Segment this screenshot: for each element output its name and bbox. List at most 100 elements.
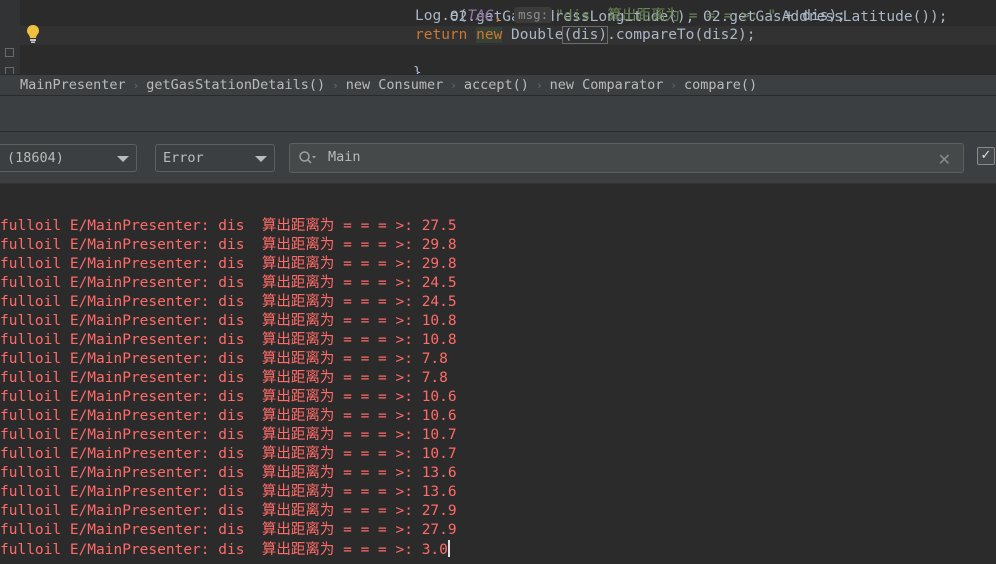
fold-marker-icon[interactable] bbox=[5, 67, 14, 74]
breadcrumb-item[interactable]: compare() bbox=[684, 77, 757, 93]
log-line: fulloil E/MainPresenter: dis 算出距离为 = = =… bbox=[0, 293, 996, 312]
log-value: 10.8 bbox=[421, 332, 457, 348]
log-message: fulloil E/MainPresenter: dis 算出距离为 = = =… bbox=[0, 256, 422, 272]
code-argument: (dis) bbox=[562, 26, 609, 44]
logcat-filter-bar: (18604) Error Main ✕ bbox=[0, 132, 996, 184]
code-method: e bbox=[449, 8, 459, 24]
breadcrumb-item[interactable]: getGasStationDetails() bbox=[146, 77, 325, 93]
log-line: fulloil E/MainPresenter: dis 算出距离为 = = =… bbox=[0, 445, 996, 464]
log-message: fulloil E/MainPresenter: dis 算出距离为 = = =… bbox=[0, 484, 422, 500]
log-line: fulloil E/MainPresenter: dis 算出距离为 = = =… bbox=[0, 483, 996, 502]
log-line: fulloil E/MainPresenter: dis 算出距离为 = = =… bbox=[0, 236, 996, 255]
log-value: 10.6 bbox=[421, 408, 457, 424]
breadcrumb-item[interactable]: new Comparator bbox=[550, 77, 664, 93]
log-message: fulloil E/MainPresenter: dis 算出距离为 = = =… bbox=[0, 218, 422, 234]
log-message: fulloil E/MainPresenter: dis 算出距离为 = = =… bbox=[0, 446, 422, 462]
code-line: }); bbox=[341, 64, 402, 74]
chevron-right-icon: › bbox=[670, 78, 677, 92]
code-comma: , bbox=[493, 8, 512, 24]
log-message: fulloil E/MainPresenter: dis 算出距离为 = = =… bbox=[0, 275, 422, 291]
lightbulb-icon[interactable] bbox=[26, 24, 40, 44]
logcat-output[interactable]: fulloil E/MainPresenter: dis 算出距离为 = = =… bbox=[0, 217, 996, 564]
log-value: 3.0 bbox=[421, 542, 448, 558]
log-line: fulloil E/MainPresenter: dis 算出距离为 = = =… bbox=[0, 464, 996, 483]
log-message: fulloil E/MainPresenter: dis 算出距离为 = = =… bbox=[0, 427, 422, 443]
log-line: fulloil E/MainPresenter: dis 算出距离为 = = =… bbox=[0, 521, 996, 540]
clear-icon[interactable]: ✕ bbox=[938, 150, 951, 169]
log-message: fulloil E/MainPresenter: dis 算出距离为 = = =… bbox=[0, 351, 422, 367]
log-value: 10.6 bbox=[421, 389, 457, 405]
log-line: fulloil E/MainPresenter: dis 算出距离为 = = =… bbox=[0, 502, 996, 521]
search-icon[interactable] bbox=[298, 150, 316, 166]
breadcrumb-item[interactable]: MainPresenter bbox=[20, 77, 126, 93]
log-line: fulloil E/MainPresenter: dis 算出距离为 = = =… bbox=[0, 312, 996, 331]
code-line: return new Double(dis).compareTo(dis2); bbox=[415, 26, 756, 45]
log-value: 27.5 bbox=[421, 218, 457, 234]
log-value: 10.7 bbox=[421, 427, 457, 443]
process-select-value: (18604) bbox=[7, 150, 64, 166]
breadcrumb-item[interactable]: accept() bbox=[464, 77, 529, 93]
chevron-right-icon: › bbox=[132, 78, 140, 92]
chevron-right-icon: › bbox=[332, 78, 339, 92]
log-line: fulloil E/MainPresenter: dis 算出距离为 = = =… bbox=[0, 350, 996, 369]
editor-gutter bbox=[0, 0, 20, 74]
log-value: 7.8 bbox=[421, 351, 448, 367]
log-level-select[interactable]: Error bbox=[155, 144, 275, 172]
log-value: 24.5 bbox=[421, 294, 457, 310]
log-level-value: Error bbox=[163, 150, 204, 166]
log-message: fulloil E/MainPresenter: dis 算出距离为 = = =… bbox=[0, 332, 422, 348]
code-rest: + dis); bbox=[776, 8, 846, 24]
log-line: fulloil E/MainPresenter: dis 算出距离为 = = =… bbox=[0, 407, 996, 426]
code-string: "dis 算出距离为 = = = >: " bbox=[555, 8, 777, 24]
fold-marker-icon[interactable] bbox=[5, 48, 14, 57]
log-line: fulloil E/MainPresenter: dis 算出距离为 = = =… bbox=[0, 426, 996, 445]
log-value: 13.6 bbox=[421, 465, 457, 481]
tool-window-gap bbox=[0, 96, 996, 132]
log-message: fulloil E/MainPresenter: dis 算出距离为 = = =… bbox=[0, 313, 422, 329]
search-input[interactable]: Main ✕ bbox=[289, 143, 964, 173]
log-line: fulloil E/MainPresenter: dis 算出距离为 = = =… bbox=[0, 255, 996, 274]
breadcrumb: MainPresenter › getGasStationDetails() ›… bbox=[0, 74, 996, 96]
dropdown-arrow-icon bbox=[255, 156, 267, 162]
log-line: fulloil E/MainPresenter: dis 算出距离为 = = =… bbox=[0, 388, 996, 407]
log-message: fulloil E/MainPresenter: dis 算出距离为 = = =… bbox=[0, 294, 422, 310]
log-line: fulloil E/MainPresenter: dis 算出距离为 = = =… bbox=[0, 274, 996, 293]
chevron-right-icon: › bbox=[450, 78, 457, 92]
parameter-hint: msg: bbox=[514, 7, 553, 23]
code-text: } bbox=[412, 65, 422, 74]
text-cursor bbox=[447, 540, 450, 557]
log-message: fulloil E/MainPresenter: dis 算出距离为 = = =… bbox=[0, 389, 422, 405]
code-constant: TAG bbox=[467, 8, 494, 24]
log-value: 24.5 bbox=[421, 275, 457, 291]
code-editor[interactable]: O2.getGasAddressLongitude(), O2.getGasAd… bbox=[0, 0, 996, 74]
code-method: compareTo bbox=[615, 27, 695, 43]
code-constructor: Double bbox=[502, 27, 564, 43]
log-message: fulloil E/MainPresenter: dis 算出距离为 = = =… bbox=[0, 370, 422, 386]
log-line: fulloil E/MainPresenter: dis 算出距离为 = = =… bbox=[0, 540, 996, 559]
breadcrumb-item[interactable]: new Consumer bbox=[346, 77, 444, 93]
code-dot: . bbox=[607, 27, 616, 43]
code-line: Log.e(TAG, msg: "dis 算出距离为 = = = >: " + d… bbox=[415, 7, 846, 26]
log-message: fulloil E/MainPresenter: dis 算出距离为 = = =… bbox=[0, 408, 422, 424]
log-message: fulloil E/MainPresenter: dis 算出距离为 = = =… bbox=[0, 465, 422, 481]
log-value: 27.9 bbox=[421, 522, 457, 538]
code-keyword: return bbox=[415, 27, 468, 43]
log-value: 27.9 bbox=[421, 503, 457, 519]
log-area-top bbox=[0, 184, 996, 217]
log-message: fulloil E/MainPresenter: dis 算出距离为 = = =… bbox=[0, 542, 422, 558]
log-line: fulloil E/MainPresenter: dis 算出距离为 = = =… bbox=[0, 217, 996, 236]
log-line: fulloil E/MainPresenter: dis 算出距离为 = = =… bbox=[0, 331, 996, 350]
log-value: 10.7 bbox=[421, 446, 457, 462]
log-value: 29.8 bbox=[421, 237, 457, 253]
search-query: Main bbox=[328, 149, 361, 165]
process-select[interactable]: (18604) bbox=[0, 144, 137, 172]
log-value: 7.8 bbox=[421, 370, 448, 386]
code-rest: (dis2); bbox=[694, 27, 756, 43]
code-keyword: new bbox=[476, 27, 503, 43]
log-message: fulloil E/MainPresenter: dis 算出距离为 = = =… bbox=[0, 522, 422, 538]
log-message: fulloil E/MainPresenter: dis 算出距离为 = = =… bbox=[0, 503, 422, 519]
regex-checkbox[interactable]: ✓ bbox=[977, 147, 995, 165]
log-value: 13.6 bbox=[421, 484, 457, 500]
log-value: 29.8 bbox=[421, 256, 457, 272]
log-line: fulloil E/MainPresenter: dis 算出距离为 = = =… bbox=[0, 369, 996, 388]
